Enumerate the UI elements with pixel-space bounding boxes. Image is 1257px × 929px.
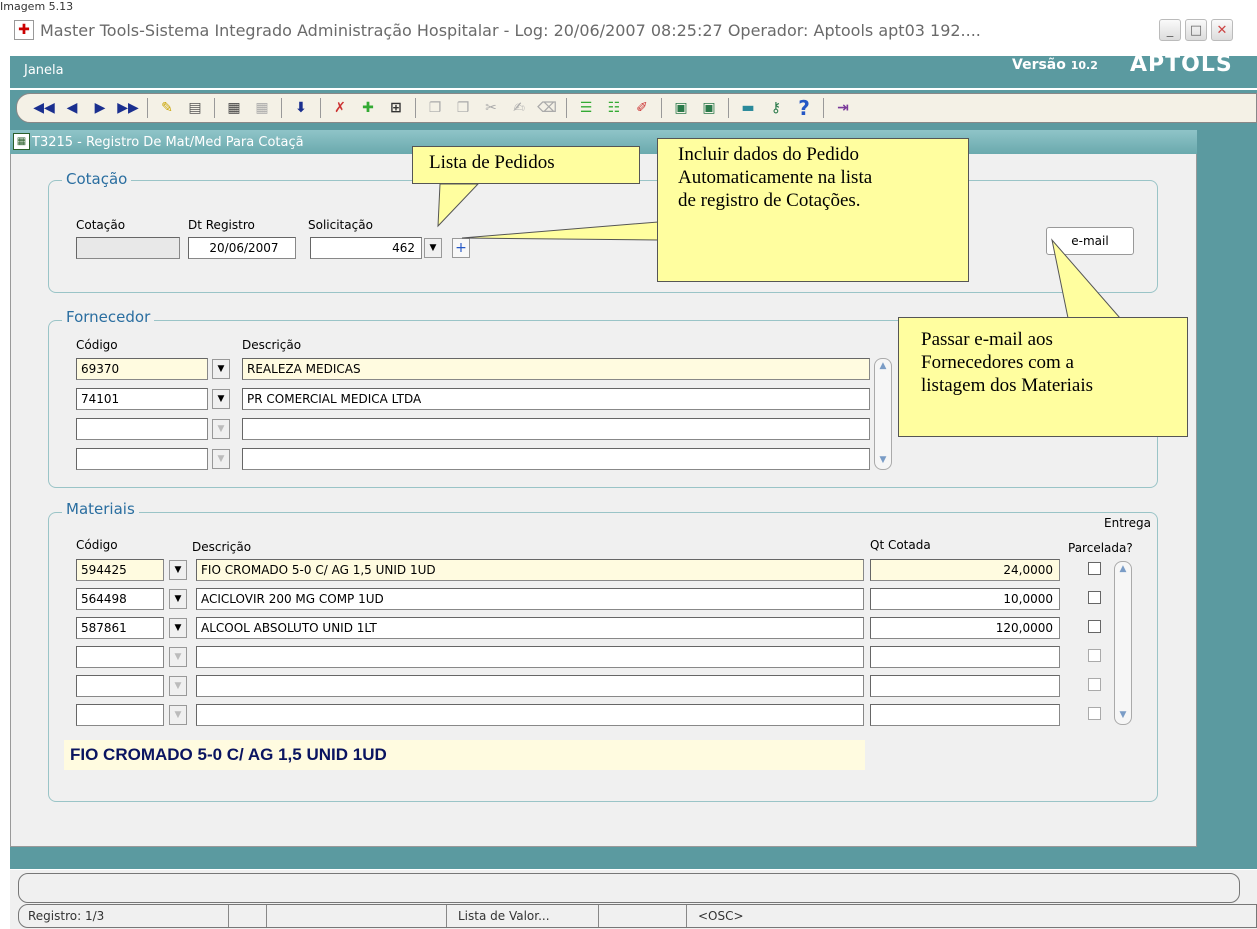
callout-lista-pedidos: Lista de Pedidos xyxy=(412,146,640,184)
status-registro: Registro: 1/3 xyxy=(28,909,105,923)
callout-email: Passar e-mail aos Fornecedores com a lis… xyxy=(898,317,1188,437)
callout-lista-text: Lista de Pedidos xyxy=(429,152,555,173)
callout-email-line-2: Fornecedores com a xyxy=(921,352,1074,373)
message-line xyxy=(18,873,1240,903)
callout-incluir-line-2: Automaticamente na lista xyxy=(678,167,873,188)
callout-incluir: Incluir dados do Pedido Automaticamente … xyxy=(657,138,969,282)
callout-incluir-line-3: de registro de Cotações. xyxy=(678,190,861,211)
status-line xyxy=(18,904,1257,928)
status-osc: <OSC> xyxy=(698,909,744,923)
callout-pointers xyxy=(437,183,1122,319)
pointer-lista xyxy=(437,183,480,228)
callout-incluir-line-1: Incluir dados do Pedido xyxy=(678,144,860,165)
callout-email-line-1: Passar e-mail aos xyxy=(921,329,1053,350)
pointer-incluir xyxy=(461,221,659,241)
callout-email-line-3: listagem dos Materiais xyxy=(921,375,1094,396)
pointer-email xyxy=(1051,238,1122,319)
status-lista-valor: Lista de Valor... xyxy=(458,909,550,923)
